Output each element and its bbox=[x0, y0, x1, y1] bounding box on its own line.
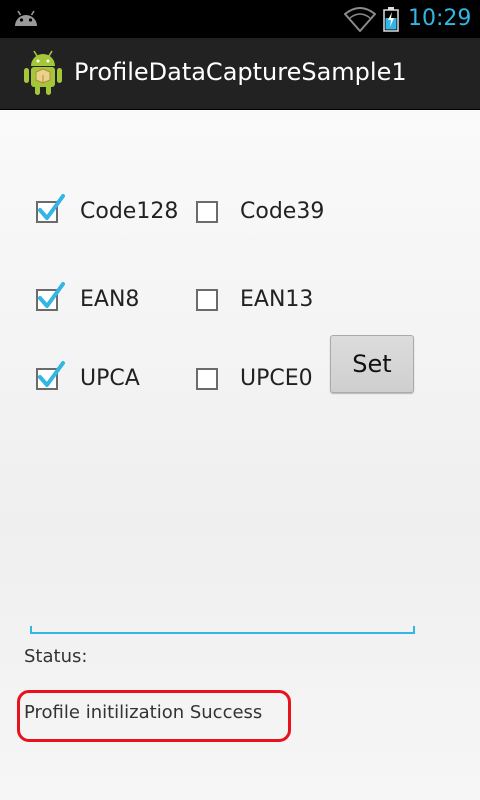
checkbox-upce0[interactable]: UPCE0 bbox=[196, 366, 313, 391]
checkbox-box[interactable] bbox=[36, 193, 65, 223]
checkbox-ean13[interactable]: EAN13 bbox=[196, 287, 313, 312]
checkbox-label-ean8: EAN8 bbox=[80, 287, 140, 312]
checkbox-label-code128: Code128 bbox=[80, 199, 179, 224]
status-bar-clock: 10:29 bbox=[408, 6, 472, 31]
checkbox-label-ean13: EAN13 bbox=[240, 287, 314, 312]
text-field-left-tick bbox=[30, 626, 32, 634]
android-notification-icon bbox=[15, 10, 37, 26]
action-bar: ProfileDataCaptureSample1 bbox=[0, 38, 480, 110]
checkbox-ean8[interactable]: EAN8 bbox=[36, 281, 140, 312]
checkbox-upca[interactable]: UPCA bbox=[36, 360, 140, 391]
checkmark-icon bbox=[38, 360, 65, 387]
app-title: ProfileDataCaptureSample1 bbox=[74, 58, 407, 86]
status-label: Status: bbox=[24, 646, 88, 667]
checkbox-label-upca: UPCA bbox=[80, 366, 140, 391]
battery-charging-icon bbox=[383, 7, 399, 32]
checkbox-label-code39: Code39 bbox=[240, 199, 325, 224]
checkbox-code39[interactable]: Code39 bbox=[196, 199, 324, 224]
checkbox-box[interactable] bbox=[36, 281, 65, 311]
status-bar: 10:29 bbox=[0, 0, 480, 38]
checkbox-code128[interactable]: Code128 bbox=[36, 193, 179, 224]
text-field-right-tick bbox=[413, 626, 415, 634]
text-field-underline bbox=[30, 632, 415, 634]
checkbox-box[interactable] bbox=[196, 200, 218, 223]
android-app-icon[interactable] bbox=[22, 50, 64, 96]
set-button[interactable]: Set bbox=[330, 335, 414, 393]
status-value: Profile initilization Success bbox=[24, 702, 263, 723]
text-input-field[interactable] bbox=[30, 614, 415, 636]
checkbox-box[interactable] bbox=[196, 367, 218, 390]
checkbox-box[interactable] bbox=[196, 288, 218, 311]
checkmark-icon bbox=[38, 281, 65, 308]
checkbox-box[interactable] bbox=[36, 360, 65, 390]
checkbox-label-upce0: UPCE0 bbox=[240, 366, 313, 391]
checkmark-icon bbox=[38, 193, 65, 220]
wifi-icon bbox=[344, 7, 376, 32]
